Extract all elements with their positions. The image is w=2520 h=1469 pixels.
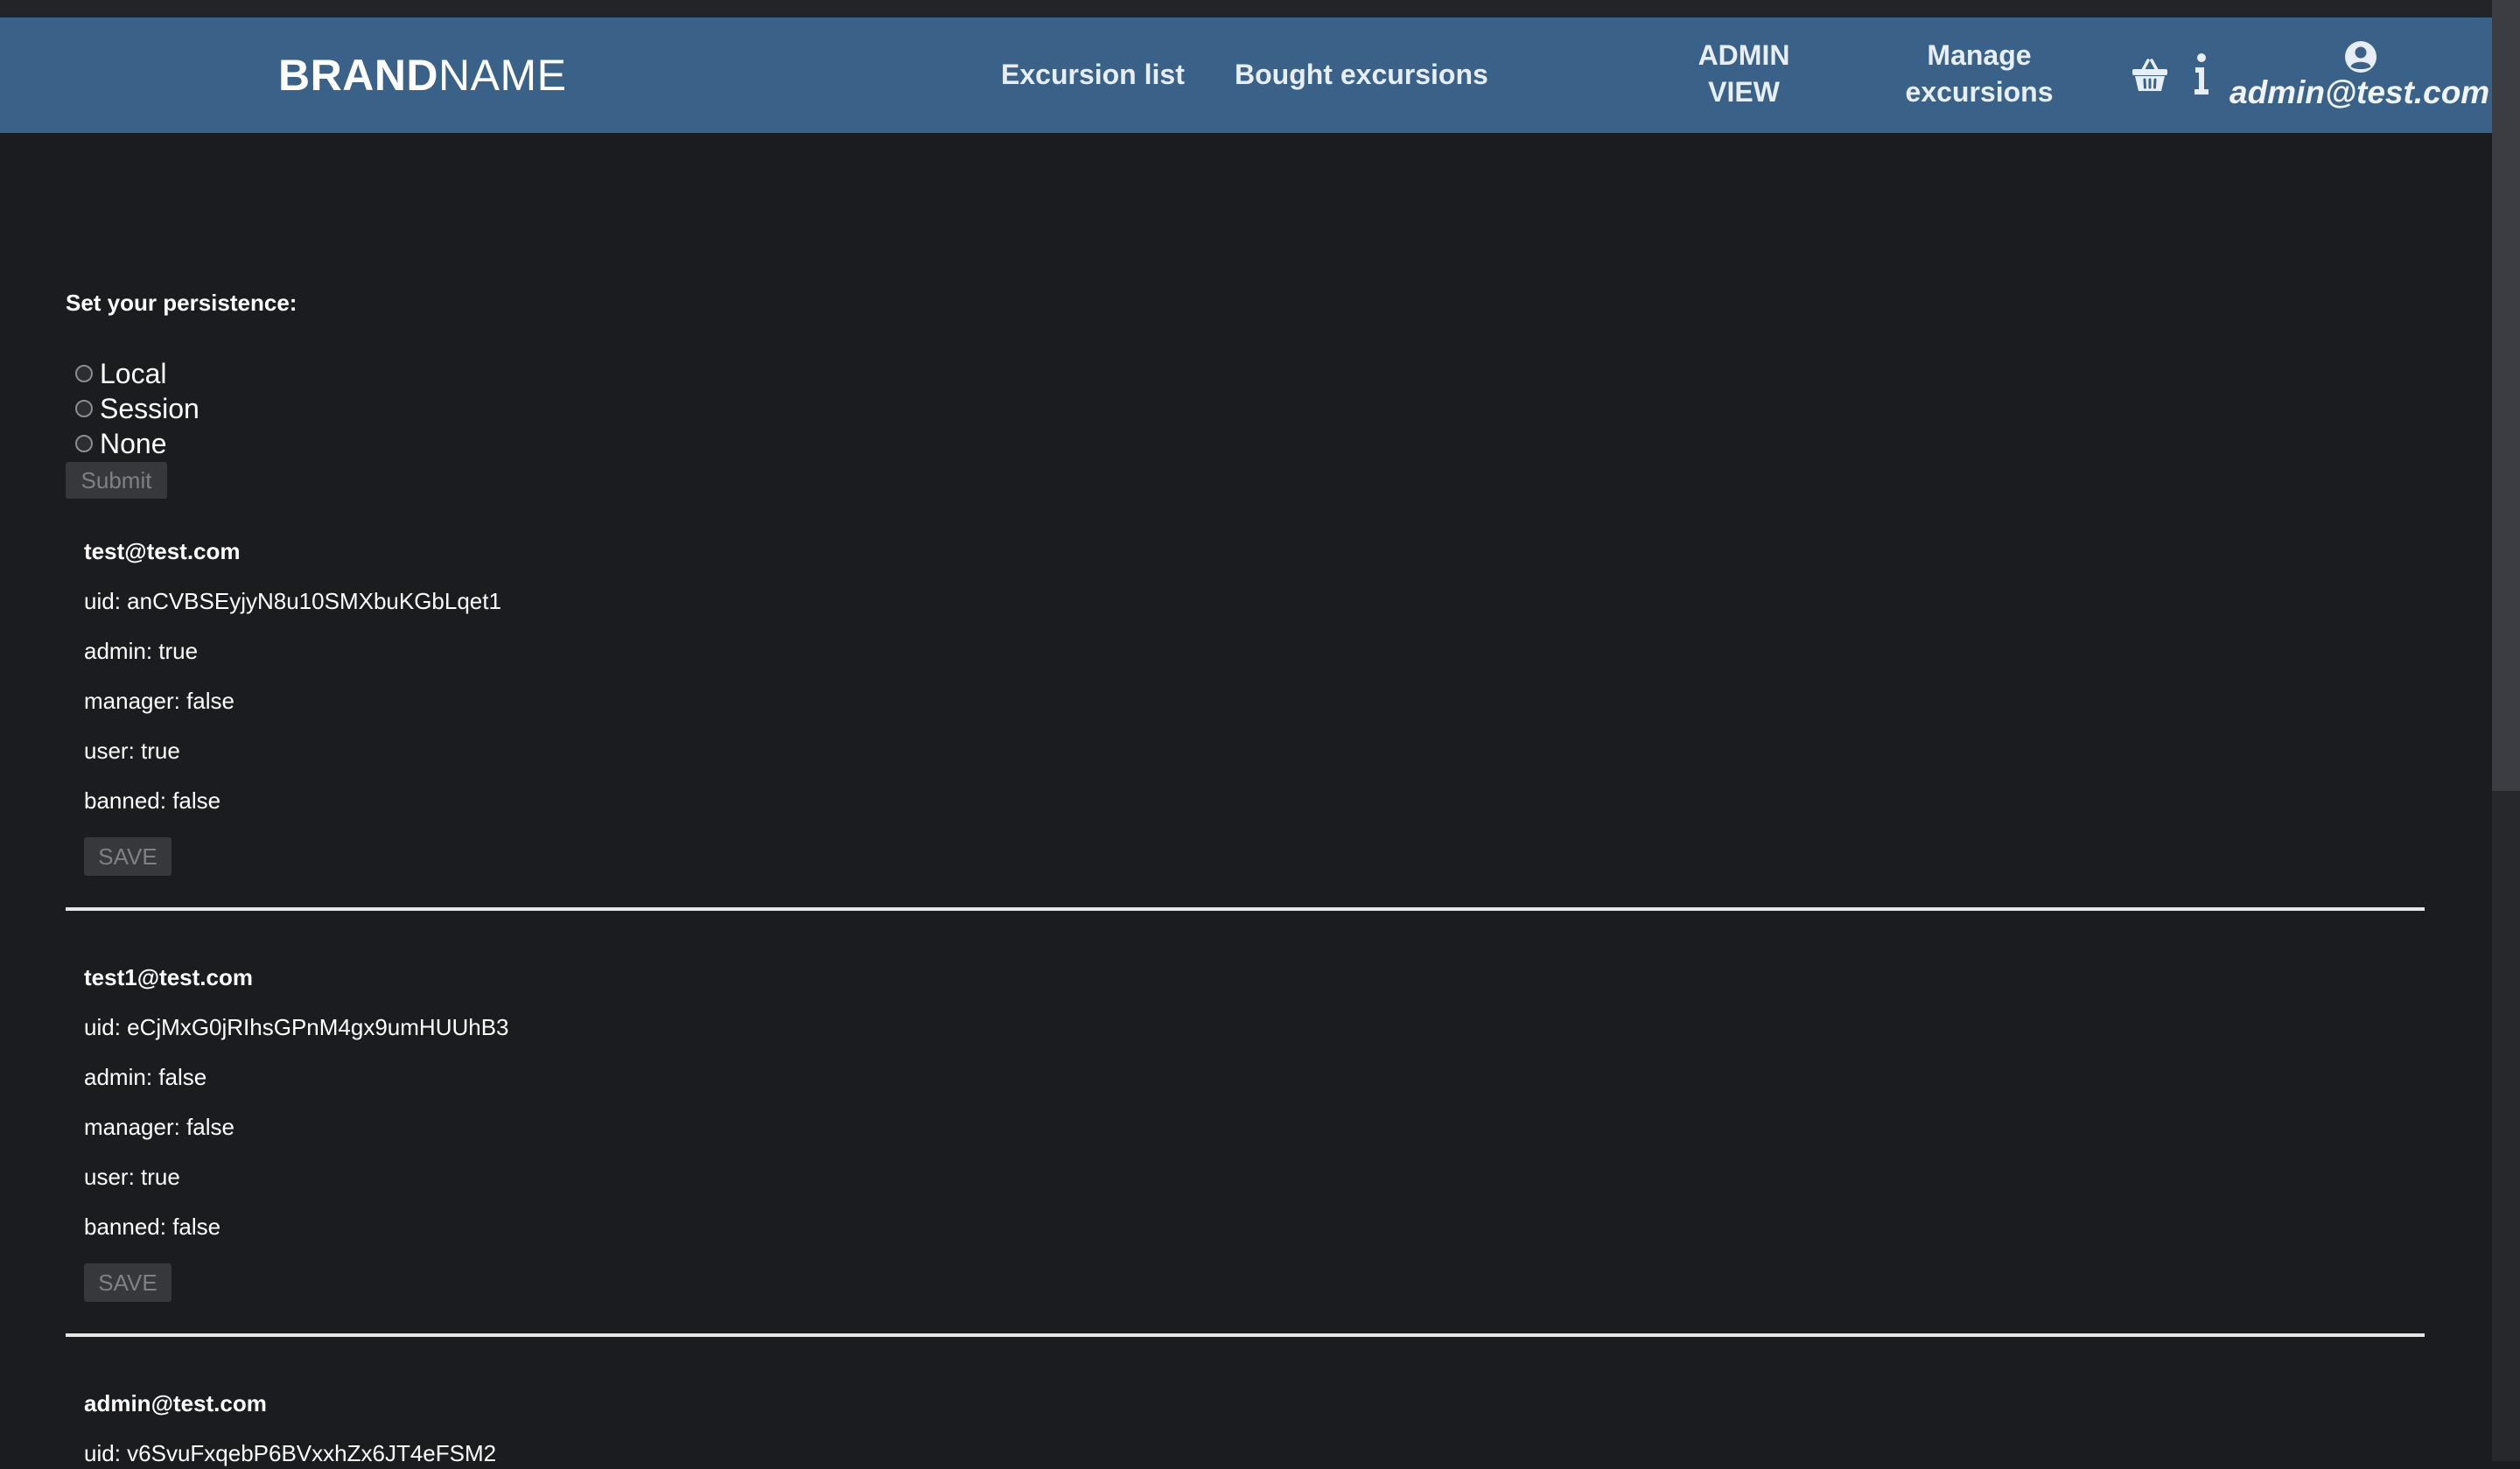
basket-icon[interactable] — [2132, 58, 2168, 97]
radio-button[interactable] — [75, 435, 93, 452]
user-uid: uid: eCjMxG0jRIhsGPnM4gx9umHUUhB3 — [84, 1014, 509, 1040]
user-uid: uid: v6SvuFxqebP6BVxxhZx6JT4eFSM2 — [84, 1440, 497, 1466]
user-banned-flag[interactable]: banned: false — [84, 1211, 220, 1242]
brand-bold-text: BRAND — [278, 51, 439, 100]
info-icon[interactable] — [2193, 52, 2210, 101]
brand-logo[interactable]: BRANDNAME — [278, 51, 567, 100]
radio-label: Session — [100, 392, 200, 424]
persistence-title: Set your persistence: — [66, 290, 298, 316]
nav-admin-view-line2: VIEW — [1708, 76, 1780, 108]
user-user-flag[interactable]: user: true — [84, 1161, 180, 1193]
radio-option-none[interactable]: None — [75, 426, 167, 461]
radio-option-session[interactable]: Session — [75, 391, 200, 426]
user-email: test1@test.com — [84, 964, 253, 990]
user-email: test@test.com — [84, 538, 241, 564]
nav-bought-excursions[interactable]: Bought excursions — [1235, 56, 1488, 93]
navbar: BRANDNAME Excursion list Bought excursio… — [0, 17, 2492, 133]
divider — [66, 1333, 2425, 1337]
save-button[interactable]: SAVE — [84, 837, 172, 876]
save-button[interactable]: SAVE — [84, 1263, 172, 1302]
scrollbar-thumb[interactable] — [2492, 0, 2520, 791]
nav-manage-line1: Manage — [1927, 39, 2032, 71]
nav-manage-excursions[interactable]: Manage excursions — [1892, 37, 2067, 110]
user-manager-flag[interactable]: manager: false — [84, 685, 234, 717]
radio-label: None — [100, 427, 167, 459]
radio-button[interactable] — [75, 400, 93, 417]
user-uid: uid: anCVBSEyjyN8u10SMXbuKGbLqet1 — [84, 588, 501, 614]
submit-button[interactable]: Submit — [66, 462, 167, 499]
user-email: admin@test.com — [84, 1390, 267, 1417]
user-admin-flag[interactable]: admin: true — [84, 635, 198, 667]
user-admin-flag[interactable]: admin: false — [84, 1061, 206, 1093]
radio-option-local[interactable]: Local — [75, 356, 167, 391]
user-user-flag[interactable]: user: true — [84, 735, 180, 766]
radio-label: Local — [100, 357, 167, 389]
user-circle-icon[interactable] — [2344, 40, 2377, 78]
nav-manage-line2: excursions — [1905, 76, 2054, 108]
user-manager-flag[interactable]: manager: false — [84, 1111, 234, 1143]
current-user-email[interactable]: admin@test.com — [2230, 73, 2489, 112]
radio-button[interactable] — [75, 365, 93, 382]
brand-light-text: NAME — [438, 51, 567, 100]
user-banned-flag[interactable]: banned: false — [84, 785, 220, 816]
nav-excursion-list[interactable]: Excursion list — [1001, 56, 1185, 93]
divider — [66, 907, 2425, 911]
nav-admin-view-line1: ADMIN — [1698, 39, 1790, 71]
nav-admin-view[interactable]: ADMIN VIEW — [1689, 37, 1799, 110]
window-top-strip — [0, 0, 2492, 17]
